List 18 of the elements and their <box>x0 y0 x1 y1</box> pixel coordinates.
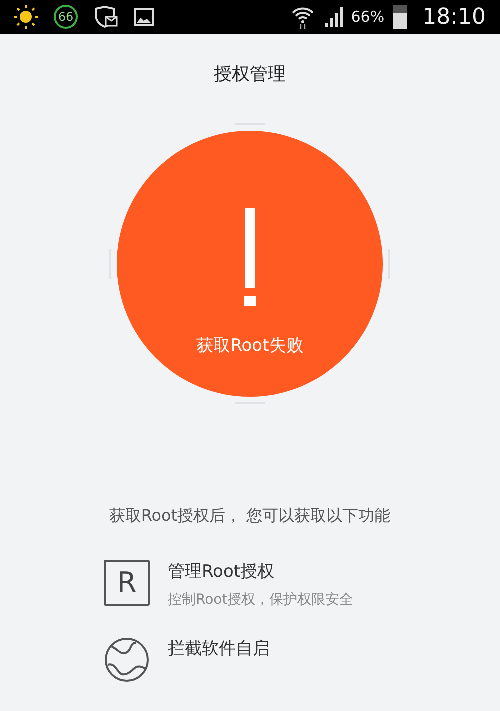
shield-mail-icon <box>94 6 118 28</box>
letter-icon: R <box>104 560 150 606</box>
feature-title: 管理Root授权 <box>168 561 276 584</box>
feature-description: 控制Root授权，保护权限安全 <box>168 590 354 610</box>
clock: 18:10 <box>422 4 486 32</box>
wifi-icon <box>291 5 316 29</box>
battery-icon <box>392 5 407 29</box>
image-icon <box>134 8 154 26</box>
signal-icon <box>323 7 344 27</box>
counter-badge: 66 <box>54 5 78 29</box>
feature-title: 拦截软件自启 <box>168 638 270 660</box>
alert-icon <box>243 208 257 306</box>
status-message: 获取Root失败 <box>196 335 304 358</box>
intro-text: 获取Root授权后， 您可以获取以下功能 <box>109 506 391 525</box>
page-title: 授权管理 <box>214 62 286 86</box>
sun-icon <box>14 5 38 29</box>
globe-icon <box>104 636 150 682</box>
battery-percent: 66% <box>351 6 385 28</box>
